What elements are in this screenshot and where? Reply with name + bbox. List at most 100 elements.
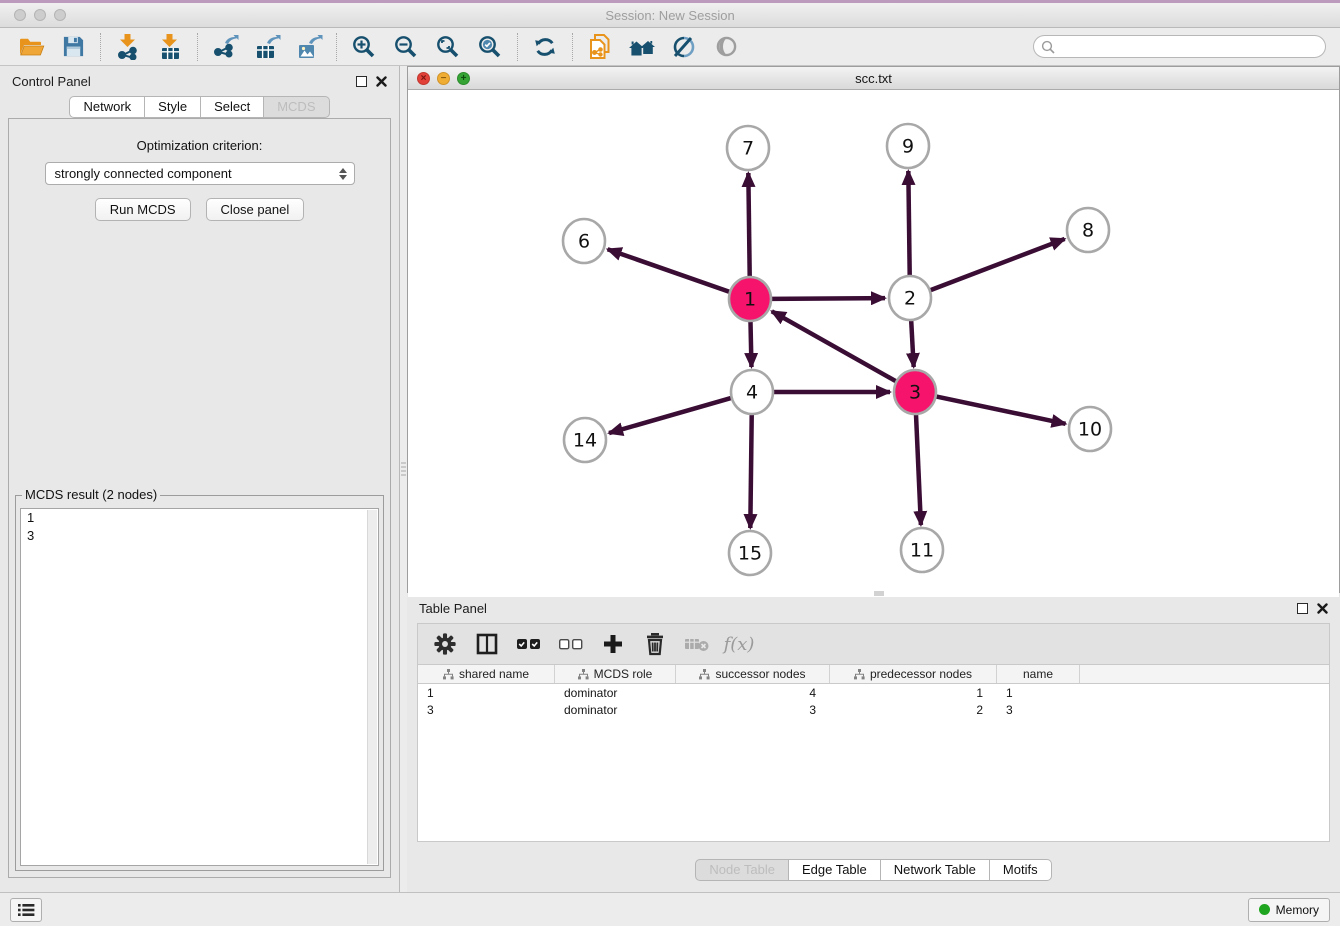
tab-edge-table[interactable]: Edge Table <box>789 859 881 881</box>
table-cell[interactable]: 1 <box>830 684 997 701</box>
zoom-in-icon[interactable] <box>343 31 385 63</box>
graph-node-14[interactable]: 14 <box>564 418 606 462</box>
select-all-icon[interactable] <box>512 627 546 661</box>
table-cell[interactable]: 3 <box>676 701 830 718</box>
column-header-shared-name[interactable]: shared name <box>418 665 555 683</box>
export-image-icon[interactable] <box>288 31 330 63</box>
column-header-successor-nodes[interactable]: successor nodes <box>676 665 830 683</box>
graph-node-4[interactable]: 4 <box>731 370 773 414</box>
close-panel-icon[interactable] <box>376 76 387 87</box>
task-history-button[interactable] <box>10 898 42 922</box>
graph-edge-2-8[interactable] <box>931 239 1065 290</box>
graph-edge-2-9[interactable] <box>908 171 909 276</box>
column-flat-icon <box>854 669 865 680</box>
graph-edge-3-1[interactable] <box>772 311 896 381</box>
optimization-criterion-select[interactable]: strongly connected component <box>45 162 355 185</box>
column-header-MCDS-role[interactable]: MCDS role <box>555 665 676 683</box>
graph-edge-1-7[interactable] <box>748 173 749 277</box>
deselect-all-icon[interactable] <box>554 627 588 661</box>
tab-select[interactable]: Select <box>201 96 264 118</box>
table-cell[interactable]: 3 <box>997 701 1080 718</box>
graph-node-6[interactable]: 6 <box>563 219 605 263</box>
network-maximize-button[interactable]: + <box>457 72 470 85</box>
close-panel-button[interactable]: Close panel <box>206 198 305 221</box>
tab-style[interactable]: Style <box>145 96 201 118</box>
column-header-name[interactable]: name <box>997 665 1080 683</box>
table-cell[interactable]: 1 <box>997 684 1080 701</box>
overview-eye-icon[interactable] <box>705 31 747 63</box>
chevron-updown-icon <box>339 168 347 180</box>
control-panel-tabs: NetworkStyleSelectMCDS <box>0 96 399 118</box>
window-titlebar: Session: New Session <box>0 0 1340 28</box>
graph-node-2[interactable]: 2 <box>889 276 931 320</box>
import-table-icon[interactable] <box>149 31 191 63</box>
save-session-icon[interactable] <box>52 31 94 63</box>
tab-node-table[interactable]: Node Table <box>695 859 789 881</box>
node-table[interactable]: shared nameMCDS rolesuccessor nodesprede… <box>417 665 1330 842</box>
tab-motifs[interactable]: Motifs <box>990 859 1052 881</box>
mcds-result-list[interactable]: 13 <box>20 508 379 866</box>
run-mcds-button[interactable]: Run MCDS <box>95 198 191 221</box>
open-session-icon[interactable] <box>10 31 52 63</box>
zoom-selected-icon[interactable] <box>469 31 511 63</box>
network-minimize-button[interactable]: − <box>437 72 450 85</box>
graph-edge-2-3[interactable] <box>911 320 914 367</box>
result-item[interactable]: 1 <box>21 509 378 527</box>
graph-node-15[interactable]: 15 <box>729 531 771 575</box>
graph-node-8[interactable]: 8 <box>1067 208 1109 252</box>
add-column-icon[interactable] <box>596 627 630 661</box>
graph-edge-3-11[interactable] <box>916 414 921 525</box>
graph-node-11[interactable]: 11 <box>901 528 943 572</box>
search-box[interactable] <box>1033 35 1326 58</box>
table-cell[interactable]: dominator <box>555 701 676 718</box>
table-row[interactable]: 3dominator323 <box>418 701 1329 718</box>
copy-network-icon[interactable] <box>579 31 621 63</box>
search-input[interactable] <box>1060 40 1325 54</box>
graph-edge-4-14[interactable] <box>609 398 731 433</box>
graph-node-10[interactable]: 10 <box>1069 407 1111 451</box>
table-cell[interactable]: 4 <box>676 684 830 701</box>
float-table-panel-icon[interactable] <box>1297 603 1308 614</box>
graph-node-9[interactable]: 9 <box>887 124 929 168</box>
table-cell[interactable]: dominator <box>555 684 676 701</box>
table-settings-gear-icon[interactable] <box>428 627 462 661</box>
graph-edge-1-4[interactable] <box>750 321 751 367</box>
home-networks-icon[interactable] <box>621 31 663 63</box>
result-item[interactable]: 3 <box>21 527 378 545</box>
table-cell[interactable]: 1 <box>418 684 555 701</box>
float-panel-icon[interactable] <box>356 76 367 87</box>
graphics-details-icon[interactable] <box>663 31 705 63</box>
graph-node-3[interactable]: 3 <box>894 370 936 414</box>
close-table-panel-icon[interactable] <box>1317 603 1328 614</box>
graph-edge-4-15[interactable] <box>750 414 751 528</box>
result-scrollbar[interactable] <box>367 510 377 864</box>
zoom-fit-icon[interactable] <box>427 31 469 63</box>
table-row[interactable]: 1dominator411 <box>418 684 1329 701</box>
tab-mcds[interactable]: MCDS <box>264 96 329 118</box>
refresh-icon[interactable] <box>524 31 566 63</box>
table-cell[interactable]: 3 <box>418 701 555 718</box>
graph-edge-1-2[interactable] <box>772 298 885 299</box>
network-canvas[interactable]: 1 2 3 4 6 7 8 9 10 11 14 15 <box>408 90 1339 597</box>
status-bar: Memory <box>0 892 1340 926</box>
tab-network-table[interactable]: Network Table <box>881 859 990 881</box>
graph-node-7[interactable]: 7 <box>727 126 769 170</box>
graph-edge-3-10[interactable] <box>937 397 1066 424</box>
network-window-title: scc.txt <box>408 71 1339 86</box>
graph-node-1[interactable]: 1 <box>729 277 771 321</box>
import-network-icon[interactable] <box>107 31 149 63</box>
delete-column-trash-icon[interactable] <box>638 627 672 661</box>
export-network-icon[interactable] <box>204 31 246 63</box>
column-header-predecessor-nodes[interactable]: predecessor nodes <box>830 665 997 683</box>
panel-splitter[interactable] <box>400 66 407 892</box>
memory-button[interactable]: Memory <box>1248 898 1330 922</box>
table-cell[interactable]: 2 <box>830 701 997 718</box>
tab-network[interactable]: Network <box>69 96 145 118</box>
canvas-hscroll-thumb[interactable] <box>874 591 884 596</box>
export-table-icon[interactable] <box>246 31 288 63</box>
zoom-out-icon[interactable] <box>385 31 427 63</box>
column-flat-icon <box>443 669 454 680</box>
graph-edge-1-6[interactable] <box>608 249 730 291</box>
network-close-button[interactable]: × <box>417 72 430 85</box>
show-columns-icon[interactable] <box>470 627 504 661</box>
